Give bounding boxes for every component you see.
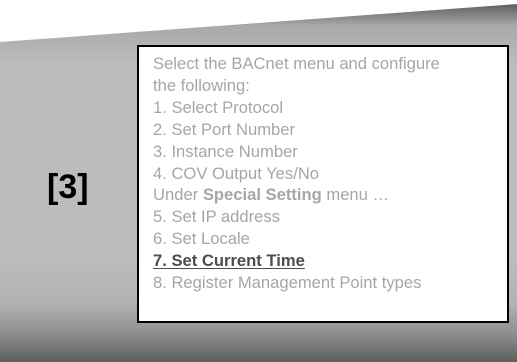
list-item-select-protocol: 1. Select Protocol (153, 97, 284, 117)
special-setting-prefix: Under (153, 185, 203, 205)
list-item-set-locale: 6. Set Locale (153, 229, 250, 249)
list-item-set-current-time: 7. Set Current Time (153, 251, 305, 271)
special-setting-suffix: menu … (321, 185, 390, 205)
list-item-instance-number: 3. Instance Number (153, 141, 298, 161)
list-item-register-management-point-types: 8. Register Management Point types (153, 273, 422, 293)
intro-line-1: Select the BACnet menu and configure (153, 54, 440, 73)
slide: [3] Select the BACnet menu and configure… (0, 0, 517, 362)
list-item-cov-output: 4. COV Output Yes/No (153, 163, 320, 183)
step-number-label: [3] (47, 168, 89, 206)
special-setting-line: Under Special Setting menu … (153, 184, 507, 206)
intro-line-2: the following: (153, 75, 250, 95)
list-item-set-port-number: 2. Set Port Number (153, 119, 296, 139)
list-item-set-ip-address: 5. Set IP address (153, 207, 280, 227)
instruction-text-box: Select the BACnet menu and configure the… (137, 45, 509, 323)
special-setting-menu-name: Special Setting (202, 185, 322, 205)
